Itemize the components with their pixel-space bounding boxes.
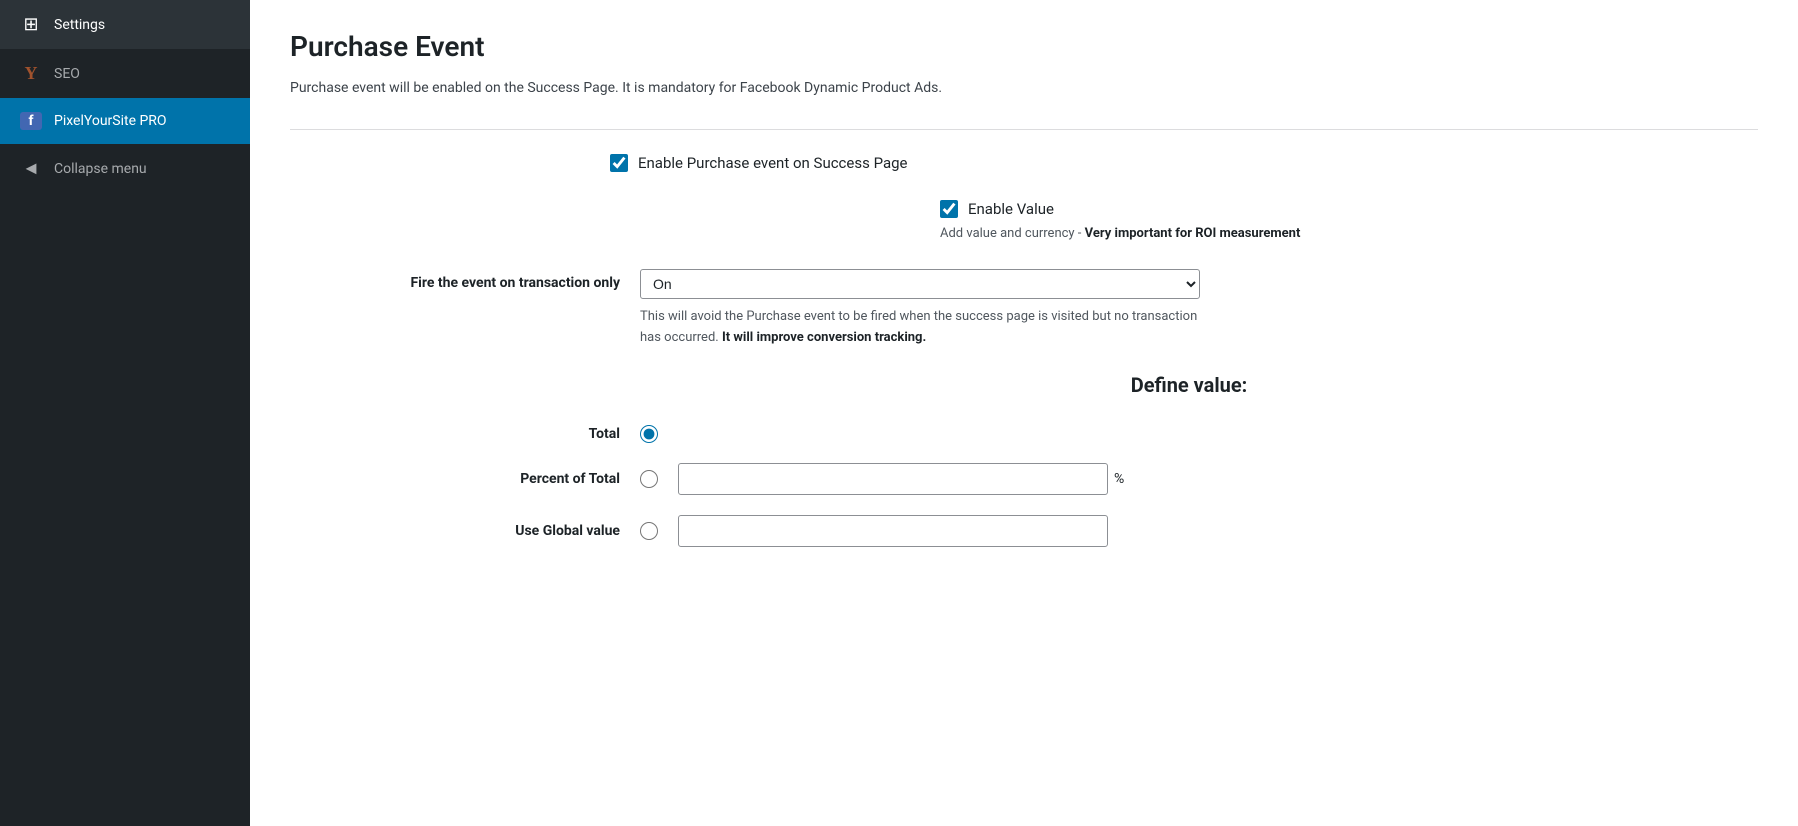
page-description: Purchase event will be enabled on the Su… bbox=[290, 77, 1758, 99]
enable-value-section: Enable Value Add value and currency - Ve… bbox=[940, 200, 1758, 241]
global-input[interactable] bbox=[678, 515, 1108, 547]
facebook-icon: f bbox=[20, 112, 42, 130]
total-label: Total bbox=[290, 426, 620, 442]
sidebar-item-label: Collapse menu bbox=[54, 161, 147, 177]
percent-symbol: % bbox=[1114, 471, 1124, 487]
enable-value-checkbox[interactable] bbox=[940, 200, 958, 218]
fire-transaction-label: Fire the event on transaction only bbox=[290, 269, 620, 291]
percent-radio-row: Percent of Total % bbox=[290, 463, 1758, 495]
total-radio-row: Total bbox=[290, 425, 1758, 443]
sidebar-item-settings[interactable]: ⊞ Settings bbox=[0, 0, 250, 49]
fire-transaction-help: This will avoid the Purchase event to be… bbox=[640, 307, 1200, 349]
sidebar-item-label: PixelYourSite PRO bbox=[54, 113, 167, 129]
sidebar-item-seo[interactable]: Y SEO bbox=[0, 49, 250, 98]
sidebar: ⊞ Settings Y SEO f PixelYourSite PRO ◄ C… bbox=[0, 0, 250, 826]
sidebar-item-label: SEO bbox=[54, 66, 80, 82]
percent-input[interactable] bbox=[678, 463, 1108, 495]
enable-purchase-row: Enable Purchase event on Success Page bbox=[610, 154, 1758, 172]
define-value-title: Define value: bbox=[620, 373, 1758, 397]
global-input-wrapper bbox=[678, 515, 1758, 547]
main-content: Purchase Event Purchase event will be en… bbox=[250, 0, 1798, 826]
fire-transaction-control: On Off This will avoid the Purchase even… bbox=[640, 269, 1200, 349]
enable-purchase-label[interactable]: Enable Purchase event on Success Page bbox=[638, 154, 908, 172]
fire-transaction-row: Fire the event on transaction only On Of… bbox=[290, 269, 1758, 349]
fire-transaction-select[interactable]: On Off bbox=[640, 269, 1200, 299]
global-radio[interactable] bbox=[640, 522, 658, 540]
settings-icon: ⊞ bbox=[20, 14, 42, 35]
enable-value-label[interactable]: Enable Value bbox=[968, 200, 1054, 218]
value-description: Add value and currency - Very important … bbox=[940, 226, 1758, 241]
percent-label: Percent of Total bbox=[290, 471, 620, 487]
enable-value-row: Enable Value bbox=[940, 200, 1758, 218]
enable-purchase-checkbox[interactable] bbox=[610, 154, 628, 172]
section-divider-top bbox=[290, 129, 1758, 130]
global-radio-row: Use Global value bbox=[290, 515, 1758, 547]
percent-input-wrapper: % bbox=[678, 463, 1758, 495]
collapse-icon: ◄ bbox=[20, 158, 42, 179]
total-radio[interactable] bbox=[640, 425, 658, 443]
sidebar-item-collapse[interactable]: ◄ Collapse menu bbox=[0, 144, 250, 193]
percent-radio[interactable] bbox=[640, 470, 658, 488]
seo-icon: Y bbox=[20, 63, 42, 84]
global-label: Use Global value bbox=[290, 523, 620, 539]
sidebar-item-label: Settings bbox=[54, 17, 105, 33]
page-title: Purchase Event bbox=[290, 30, 1758, 63]
sidebar-item-pixelyoursite[interactable]: f PixelYourSite PRO bbox=[0, 98, 250, 144]
